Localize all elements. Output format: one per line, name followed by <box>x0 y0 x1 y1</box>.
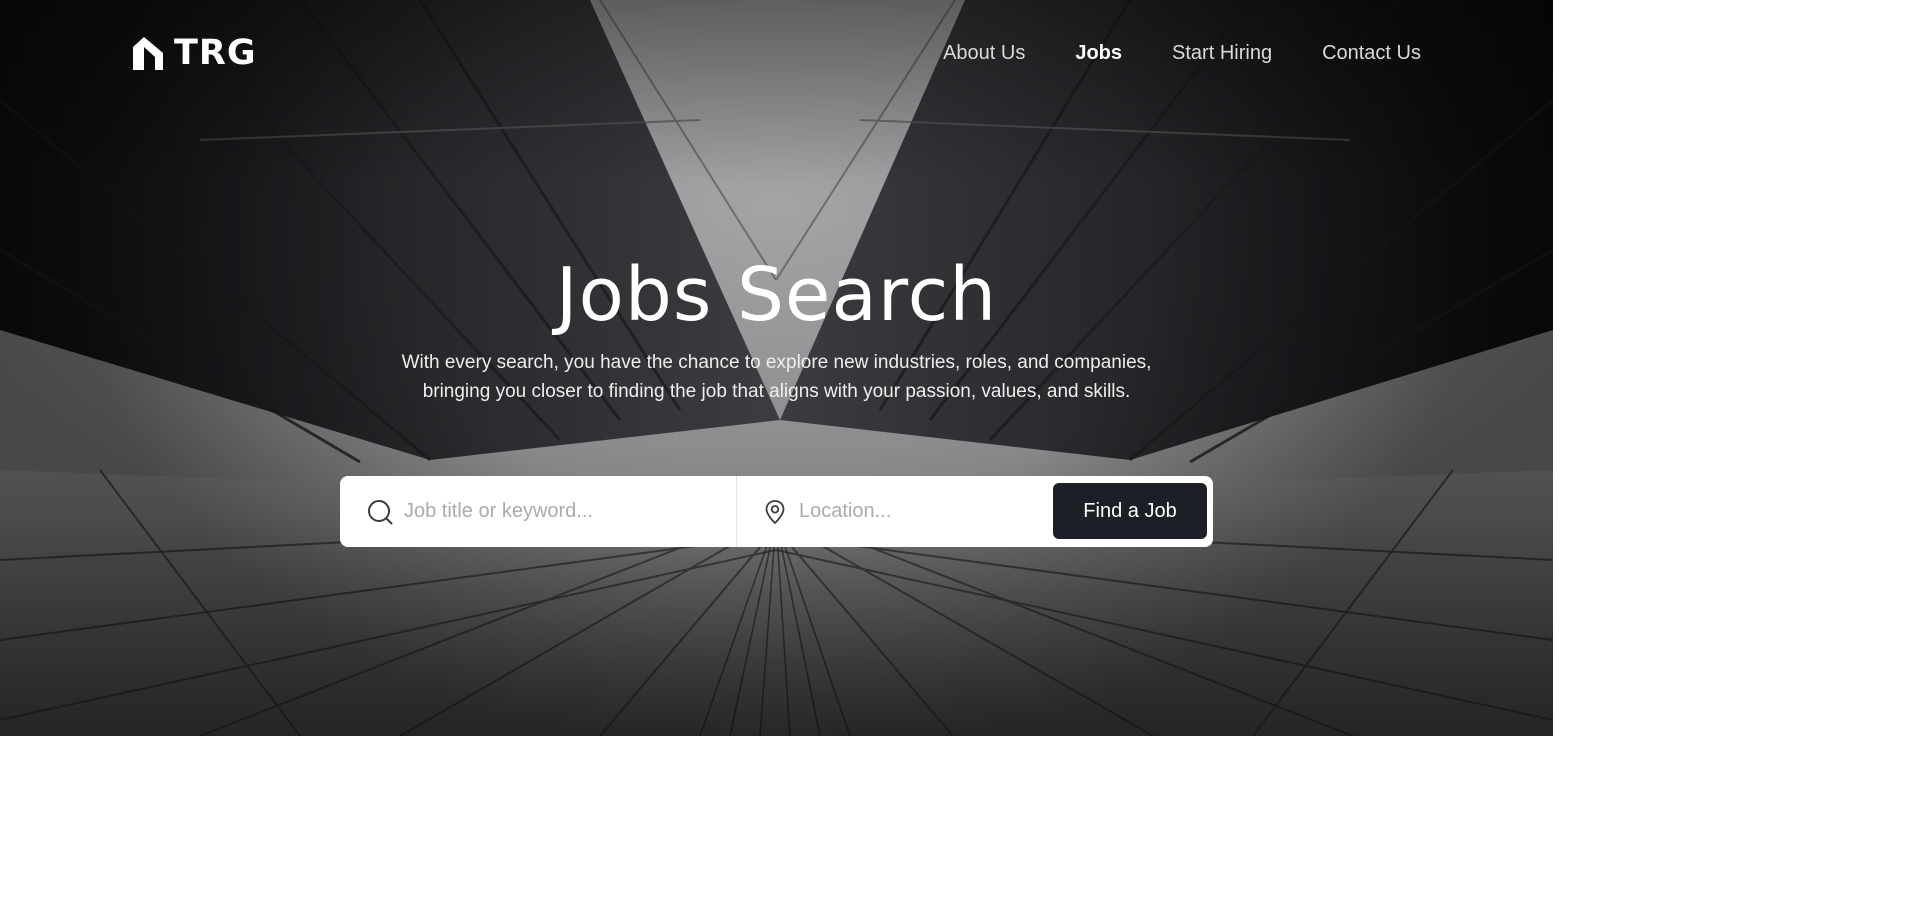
keyword-input[interactable] <box>404 491 704 532</box>
page-title: Jobs Search <box>555 252 998 338</box>
location-input[interactable] <box>799 491 1064 532</box>
nav-item-jobs[interactable]: Jobs <box>1075 38 1122 68</box>
brand-logo[interactable]: TRG <box>131 34 257 72</box>
house-logo-icon <box>133 37 163 70</box>
nav-item-about-us[interactable]: About Us <box>943 38 1025 68</box>
find-job-button[interactable]: Find a Job <box>1053 483 1207 539</box>
site-header: TRG About Us Jobs Start Hiring Contact U… <box>0 0 1553 108</box>
brand-name: TRG <box>174 33 257 73</box>
main-nav: About Us Jobs Start Hiring Contact Us <box>893 38 1421 68</box>
nav-item-contact-us[interactable]: Contact Us <box>1322 38 1421 68</box>
location-field <box>737 476 1064 547</box>
keyword-field <box>340 476 737 547</box>
hero-subtitle: With every search, you have the chance t… <box>401 352 1152 402</box>
job-search-form: Find a Job <box>340 476 1213 547</box>
search-icon <box>368 499 393 524</box>
map-pin-icon <box>765 499 785 524</box>
hero-section: TRG About Us Jobs Start Hiring Contact U… <box>0 0 1553 736</box>
nav-item-start-hiring[interactable]: Start Hiring <box>1172 38 1272 68</box>
